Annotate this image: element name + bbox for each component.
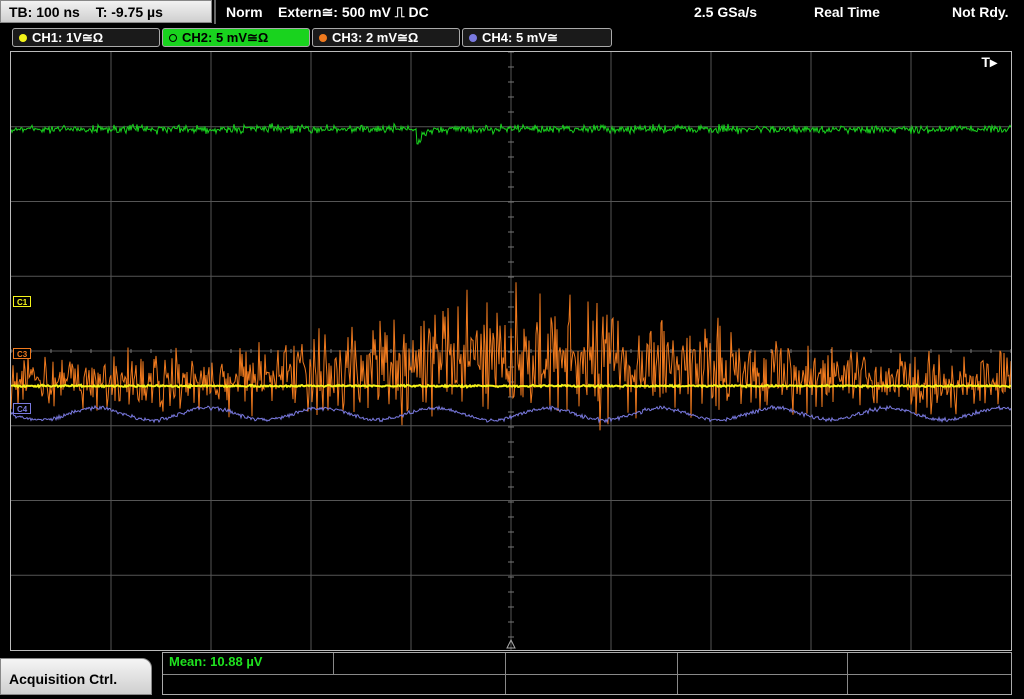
sample-rate[interactable]: 2.5 GSa/s [694,0,757,24]
waveform-display[interactable]: T▸ C1 C3 C4 [10,51,1012,651]
acquisition-ctrl-softkey[interactable]: Acquisition Ctrl. [0,658,152,695]
tab-ch2[interactable]: CH2: 5 mV≅Ω [162,28,310,47]
measurement-table: Mean: 10.88 µV [162,652,1012,695]
ch1-label: CH1: 1V≅Ω [32,30,104,45]
mean-measurement: Mean: 10.88 µV [169,654,263,669]
trigger-mode[interactable]: Norm [226,0,263,24]
ch4-dot-icon [469,33,477,42]
waveform-canvas [11,52,1011,650]
ch3-offset-marker[interactable]: C3 [13,348,32,359]
measurement-cell[interactable] [334,653,506,674]
bottom-panel: Acquisition Ctrl. Mean: 10.88 µV [0,652,1024,695]
acquisition-status: Not Rdy. [952,4,1009,20]
ch3-label: CH3: 2 mV≅Ω [332,30,419,45]
timebase-box[interactable]: TB: 100 ns T: -9.75 µs [0,0,212,23]
measurement-cell[interactable] [506,674,678,694]
trigger-source[interactable]: Extern≅: 500 mV ⎍ DC [278,0,429,24]
ch3-dot-icon [319,33,327,42]
measurement-cell[interactable]: Mean: 10.88 µV [163,653,334,674]
ch2-dot-icon [169,33,177,42]
ch1-trace [11,383,1011,390]
tab-ch4[interactable]: CH4: 5 mV≅ [462,28,612,47]
timebase-value: TB: 100 ns [9,4,80,20]
tab-ch3[interactable]: CH3: 2 mV≅Ω [312,28,460,47]
measurement-cell[interactable] [678,653,848,674]
ch2-label: CH2: 5 mV≅Ω [182,30,269,45]
ch4-label: CH4: 5 mV≅ [482,30,558,45]
tab-ch1[interactable]: CH1: 1V≅Ω [12,28,160,47]
status-bar: TB: 100 ns T: -9.75 µs Norm Extern≅: 500… [0,0,1024,25]
measurement-cell[interactable] [334,674,506,694]
measurement-cell[interactable] [678,674,848,694]
measurement-cell[interactable] [506,653,678,674]
trigger-time-value: T: -9.75 µs [95,4,163,20]
trigger-position-marker[interactable]: T▸ [981,54,997,71]
ch1-dot-icon [19,33,27,42]
ch4-offset-marker[interactable]: C4 [13,403,32,414]
ch1-offset-marker[interactable]: C1 [13,296,32,307]
acquisition-mode[interactable]: Real Time [814,0,880,24]
divider [214,0,216,24]
